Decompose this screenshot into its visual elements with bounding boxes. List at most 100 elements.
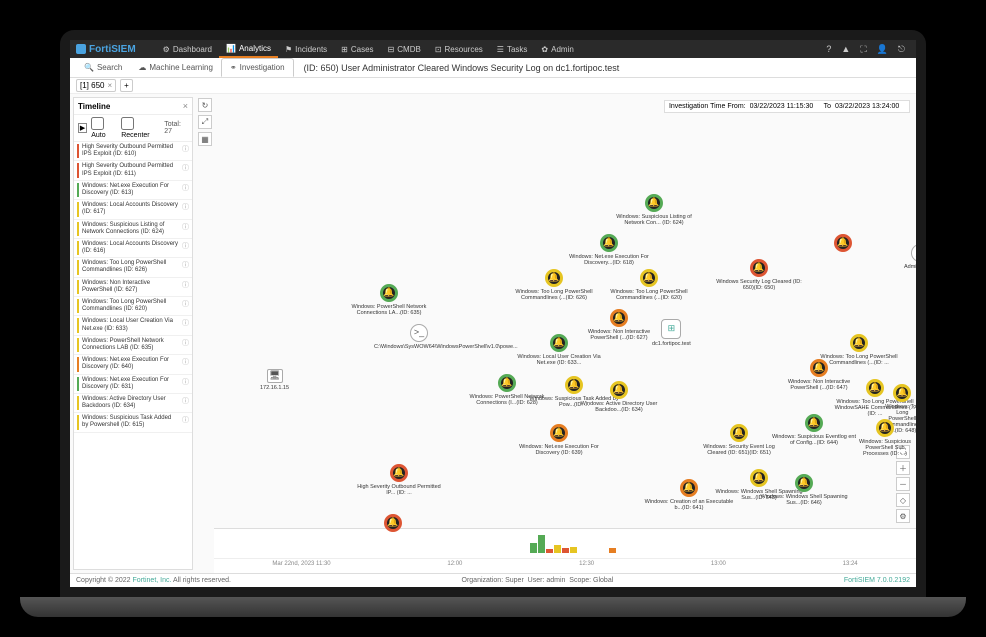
node-icon: 🔔 <box>390 464 408 482</box>
graph-zoom-in-icon[interactable]: ＋ <box>896 461 910 475</box>
node-icon: 🔔 <box>545 269 563 287</box>
graph-node[interactable]: 🔔 Windows: Local User Creation Via Net.e… <box>514 334 604 366</box>
timeline-play-button[interactable]: ▶ <box>78 123 87 133</box>
subtab-ml[interactable]: ☁Machine Learning <box>130 58 221 77</box>
help-icon[interactable]: ? <box>821 44 836 54</box>
nav-tasks[interactable]: ☰Tasks <box>490 40 535 58</box>
info-icon[interactable]: ⓘ <box>182 260 189 270</box>
bottom-timeline-chart[interactable]: Mar 22nd, 2023 11:3012:0012:3013:0013:24 <box>214 528 916 573</box>
timeline-item[interactable]: Windows: PowerShell Network Connections … <box>74 336 192 355</box>
graph-node[interactable]: 🔔 Windows: Security Event Log Cleared (I… <box>694 424 784 456</box>
graph-node[interactable]: 🔔 Windows: Windows Shell Spawning Sus...… <box>759 474 849 506</box>
nav-resources[interactable]: ⊡Resources <box>428 40 490 58</box>
timeline-item[interactable]: Windows: Local Accounts Discovery (ID: 6… <box>74 200 192 219</box>
timeline-recenter-checkbox[interactable]: Recenter <box>121 117 160 139</box>
timeline-item-text: Windows: Net.exe Execution For Discovery… <box>82 357 179 371</box>
nav-admin[interactable]: ✿Admin <box>534 40 580 58</box>
info-icon[interactable]: ⓘ <box>182 396 189 406</box>
subtab-investigation[interactable]: ⚭Investigation <box>221 58 294 77</box>
graph-node[interactable]: 🖥 172.16.1.15 <box>260 369 289 391</box>
user-icon[interactable]: 👤 <box>872 44 893 55</box>
footer-company-link[interactable]: Fortinet, Inc. <box>133 577 172 584</box>
info-icon[interactable]: ⓘ <box>182 280 189 290</box>
info-icon[interactable]: ⓘ <box>182 222 189 232</box>
info-icon[interactable]: ⓘ <box>182 183 189 193</box>
nav-cases[interactable]: ⊞Cases <box>334 40 380 58</box>
graph-node[interactable]: 🔔 Windows: PowerShell Network Connection… <box>344 284 434 316</box>
logout-icon[interactable]: ⎋ <box>893 44 910 55</box>
timeline-item[interactable]: Windows: Net.exe Execution For Discovery… <box>74 375 192 394</box>
close-icon[interactable]: × <box>107 81 112 90</box>
timeline-title: Timeline <box>78 102 110 111</box>
timeline-item[interactable]: Windows: Suspicious Listing of Network C… <box>74 220 192 239</box>
info-icon[interactable]: ⓘ <box>182 163 189 173</box>
info-icon[interactable]: ⓘ <box>182 338 189 348</box>
graph-node[interactable]: 🔔 Windows: Suspicious PowerShell Sub Pro… <box>854 419 916 457</box>
breadcrumb-chip[interactable]: [1] 650 × <box>76 79 116 92</box>
investigation-graph[interactable]: Investigation Time From: To ⛶ ＋ － ◇ ⚙ <box>214 94 916 573</box>
subtab-search[interactable]: 🔍Search <box>76 58 130 77</box>
timeline-item-text: Windows: Local User Creation Via Net.exe… <box>82 318 179 332</box>
graph-layout-icon[interactable]: ◇ <box>896 493 910 507</box>
graph-node[interactable]: 🔔 Windows: Net.exe Execution For Discove… <box>564 234 654 266</box>
info-icon[interactable]: ⓘ <box>182 241 189 251</box>
timeline-item-text: Windows: Too Long PowerShell Commandline… <box>82 260 179 274</box>
graph-node[interactable]: 🔔 Windows: Too Long PowerShell Commandli… <box>604 269 694 301</box>
graph-zoom-out-icon[interactable]: － <box>896 477 910 491</box>
graph-node[interactable]: 🔔 Windows: Active Directory User Backdoo… <box>574 381 664 413</box>
fullscreen-icon[interactable]: ⛶ <box>855 44 871 55</box>
timeline-tick: 12:00 <box>447 561 462 567</box>
node-label: High Severity Outbound Permitted IP... (… <box>354 484 444 496</box>
nav-incidents[interactable]: ⚑Incidents <box>278 40 334 58</box>
timeline-item[interactable]: Windows: Net.exe Execution For Discovery… <box>74 181 192 200</box>
graph-node[interactable]: 🔔 <box>834 234 852 254</box>
timeline-item[interactable]: Windows: Non Interactive PowerShell (ID:… <box>74 278 192 297</box>
node-icon: 🔔 <box>805 414 823 432</box>
timeline-item[interactable]: High Severity Outbound Permitted IPS Exp… <box>74 142 192 161</box>
node-icon: ⊞ <box>661 319 681 339</box>
node-icon: 🔔 <box>750 259 768 277</box>
timeline-item[interactable]: Windows: Too Long PowerShell Commandline… <box>74 258 192 277</box>
timeline-item[interactable]: Windows: Active Directory User Backdoors… <box>74 394 192 413</box>
graph-node[interactable]: 🔔 Windows: Too Long PowerShell Commandli… <box>509 269 599 301</box>
graph-node[interactable]: 🔔 Windows Security Log Cleared (ID: 650)… <box>714 259 804 291</box>
add-tab-icon[interactable]: + <box>120 79 133 92</box>
timeline-auto-checkbox[interactable]: Auto <box>91 117 117 139</box>
alert-icon[interactable]: ▲ <box>836 44 855 54</box>
info-icon[interactable]: ⓘ <box>182 202 189 212</box>
timeline-tick: Mar 22nd, 2023 11:30 <box>272 561 330 567</box>
timeline-close-icon[interactable]: × <box>183 101 188 111</box>
timeline-item[interactable]: Windows: Local User Creation Via Net.exe… <box>74 316 192 335</box>
nav-cmdb[interactable]: ⊟CMDB <box>381 40 428 58</box>
timeline-item[interactable]: Windows: Suspicious Task Added by Powers… <box>74 413 192 432</box>
node-icon: 🔔 <box>680 479 698 497</box>
brand-logo[interactable]: FortiSIEM <box>76 44 136 55</box>
graph-settings-icon[interactable]: ⚙ <box>896 509 910 523</box>
page-title: (ID: 650) User Administrator Cleared Win… <box>304 63 620 73</box>
nav-analytics[interactable]: 📊Analytics <box>219 40 278 58</box>
graph-node[interactable]: 🔔 High Severity Outbound Permitted IP...… <box>354 464 444 496</box>
info-icon[interactable]: ⓘ <box>182 377 189 387</box>
timeline-item[interactable]: Windows: Net.exe Execution For Discovery… <box>74 355 192 374</box>
graph-node[interactable]: 🔔 Windows: Net.exe Execution For Discove… <box>514 424 604 456</box>
node-label: Administrator <box>904 264 916 270</box>
graph-node[interactable]: 🔔 Windows: Suspicious Listing of Network… <box>609 194 699 226</box>
tool-layers-icon[interactable]: ▦ <box>198 132 212 146</box>
graph-node[interactable]: 🔔 <box>384 514 402 534</box>
footer-version[interactable]: FortiSIEM 7.0.0.2192 <box>844 577 910 584</box>
info-icon[interactable]: ⓘ <box>182 299 189 309</box>
info-icon[interactable]: ⓘ <box>182 144 189 154</box>
tool-refresh-icon[interactable]: ↻ <box>198 98 212 112</box>
timeline-item[interactable]: High Severity Outbound Permitted IPS Exp… <box>74 161 192 180</box>
graph-node[interactable]: 👤 Administrator <box>904 244 916 270</box>
timefilter-from-input[interactable] <box>750 103 820 110</box>
timeline-item[interactable]: Windows: Local Accounts Discovery (ID: 6… <box>74 239 192 258</box>
tool-expand-icon[interactable]: ⤢ <box>198 115 212 129</box>
graph-node[interactable]: >_ C:\Windows\SysWOW64\WindowsPowerShell… <box>374 324 464 350</box>
info-icon[interactable]: ⓘ <box>182 415 189 425</box>
nav-dashboard[interactable]: ⚙Dashboard <box>156 40 219 58</box>
info-icon[interactable]: ⓘ <box>182 318 189 328</box>
timeline-item[interactable]: Windows: Too Long PowerShell Commandline… <box>74 297 192 316</box>
timefilter-to-input[interactable] <box>835 103 905 110</box>
info-icon[interactable]: ⓘ <box>182 357 189 367</box>
